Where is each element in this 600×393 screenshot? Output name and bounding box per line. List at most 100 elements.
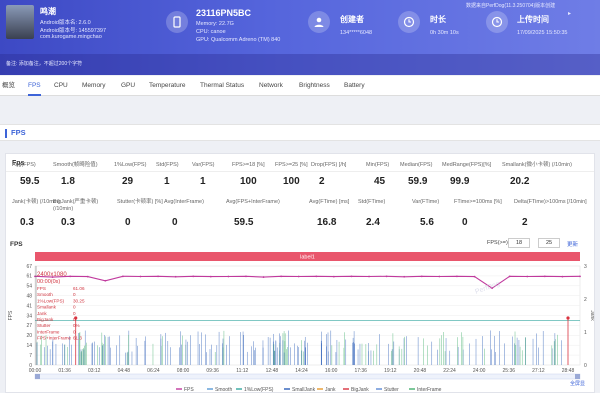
fps-point xyxy=(456,275,458,278)
legend-item-bigjank[interactable]: BigJank xyxy=(351,387,369,392)
app-code: Android版本号: 145597397 xyxy=(40,28,107,34)
tooltip-value: 30.25 xyxy=(73,298,85,303)
legend-item-1-low-fps-[interactable]: 1%Low(FPS) xyxy=(244,387,274,392)
full-screen-button[interactable]: 全屏显 xyxy=(570,380,585,387)
tooltip-value: 0% xyxy=(73,323,80,328)
time-scrollbar[interactable] xyxy=(34,373,581,380)
y-tick-label: 27 xyxy=(26,323,32,329)
range-label: FPS(>=) xyxy=(487,240,508,246)
range-max-input[interactable] xyxy=(538,238,560,248)
tooltip-value: 61.3 xyxy=(73,336,82,341)
x-tick-label: 20:48 xyxy=(414,368,427,374)
stat-value: 0.3 xyxy=(61,217,75,228)
stat-value: 20.2 xyxy=(510,176,530,187)
tab-memory[interactable]: Memory xyxy=(82,76,105,96)
tab-gpu[interactable]: GPU xyxy=(121,76,135,96)
apply-range-button[interactable]: 更新 xyxy=(567,240,578,248)
x-tick-label: 24:00 xyxy=(473,368,486,374)
x-tick-label: 12:48 xyxy=(266,368,279,374)
tooltip-value: 0 xyxy=(73,305,76,310)
legend-item-smalljank[interactable]: SmallJank xyxy=(292,387,316,392)
device-cpu: CPU: canoe xyxy=(196,29,226,35)
y-tick-label: 41 xyxy=(26,303,32,309)
fps-chart[interactable]: label1 67 61 54 48 41 34 27 20 14 7 0 3 2 1 0 FPS Jank 00:… xyxy=(6,252,594,392)
fps-point xyxy=(122,275,124,278)
bigjank-point xyxy=(566,316,570,320)
tooltip-name: Jank xyxy=(37,311,47,316)
tab-fps[interactable]: FPS xyxy=(28,76,41,96)
scrollbar-handle-right[interactable] xyxy=(575,374,580,379)
expand-icon[interactable]: ▸ xyxy=(568,10,571,17)
y-tick-label: 14 xyxy=(26,343,32,349)
fps-point xyxy=(508,275,511,278)
tooltip-value: 0 xyxy=(73,311,76,316)
metric-tabs: 概览 FPS CPU Memory GPU Temperature Thermal Stat… xyxy=(0,76,600,96)
x-tick-label: 04:48 xyxy=(118,368,131,374)
x-tick-label: 06:24 xyxy=(147,368,160,374)
fps-point xyxy=(543,275,546,278)
tab-temperature[interactable]: Temperature xyxy=(149,76,186,96)
panel-divider xyxy=(6,171,594,172)
source-note: 数据来自PerfDog(11.3.250704)版本创建 xyxy=(466,3,556,9)
tooltip-value: 0 xyxy=(73,292,76,297)
tooltip-name: Smallank xyxy=(37,305,57,310)
y2-tick-label: 2 xyxy=(584,297,587,303)
tab-brightness[interactable]: Brightness xyxy=(299,76,330,96)
stat-label: Smallank(微小卡顿) (/10min) xyxy=(502,162,572,168)
fps-panel: Fps Avg(FPS) 59.5 Smooth(帧畸险值) 1.8 1%Low(FPS… xyxy=(5,153,595,393)
fps-point xyxy=(403,275,406,278)
stat-value: 2 xyxy=(319,176,325,187)
y-tick-label: 7 xyxy=(29,353,32,359)
tab-network[interactable]: Network xyxy=(259,76,283,96)
legend-item-stutter[interactable]: Stutter xyxy=(384,387,399,392)
y-axis-label: FPS xyxy=(8,310,14,320)
scrollbar-handle-left[interactable] xyxy=(35,374,40,379)
legend-item-jank[interactable]: Jank xyxy=(325,387,336,392)
fps-point xyxy=(34,275,36,278)
stat-label: MedRange(FPS)[%] xyxy=(442,162,492,168)
legend-item-smooth[interactable]: Smooth xyxy=(215,387,232,392)
legend-item-fps[interactable]: FPS xyxy=(184,387,194,392)
duration-label: 时长 xyxy=(430,15,446,24)
tab-cpu[interactable]: CPU xyxy=(54,76,68,96)
fps-point xyxy=(157,275,159,278)
fps-point xyxy=(209,275,212,278)
y2-tick-label: 1 xyxy=(584,330,587,336)
tab-battery[interactable]: Battery xyxy=(344,76,365,96)
y-tick-label: 67 xyxy=(26,264,32,270)
stat-value: 1 xyxy=(200,176,206,187)
fps-point xyxy=(297,275,300,278)
fps-point xyxy=(192,275,195,278)
y2-tick-label: 0 xyxy=(584,363,587,369)
x-tick-label: 28:48 xyxy=(562,368,575,374)
stat-value: 100 xyxy=(283,176,300,187)
stat-label: FTime>=100ms [%] xyxy=(454,199,502,205)
upload-value: 17/09/2025 15:50:35 xyxy=(517,30,568,36)
upload-label: 上传时间 xyxy=(517,15,549,24)
note-bar[interactable]: 备注: 添加备注，不超过200个字符 xyxy=(0,54,600,75)
app-name: 鸣潮 xyxy=(40,7,56,16)
stat-value: 2.4 xyxy=(366,217,380,228)
tab-thermal-status[interactable]: Thermal Status xyxy=(200,76,244,96)
y2-tick-label: 3 xyxy=(584,264,587,270)
legend-item-interframe[interactable]: InterFrame xyxy=(417,387,442,392)
y-tick-label: 61 xyxy=(26,274,32,280)
cursor-time: 00:00(0s) xyxy=(37,279,60,285)
stat-value: 16.8 xyxy=(317,217,337,228)
resolution-label: 2400x1080 xyxy=(37,272,67,278)
fps-point xyxy=(420,275,423,278)
stat-label: Smooth(帧畸险值) xyxy=(53,162,98,168)
range-min-input[interactable] xyxy=(508,238,530,248)
report-header: 鸣潮 Android版本名: 2.6.0 Android版本号: 1455973… xyxy=(0,0,600,75)
stat-value: 1.8 xyxy=(61,176,75,187)
fps-point xyxy=(332,275,335,278)
app-avatar xyxy=(6,5,34,39)
tooltip-value: 61.06 xyxy=(73,286,85,291)
tab-overview[interactable]: 概览 xyxy=(2,76,15,96)
y-tick-label: 54 xyxy=(26,284,32,290)
section-marker xyxy=(5,129,7,138)
label-band-text: label1 xyxy=(300,255,315,261)
stat-value: 29 xyxy=(122,176,134,187)
device-model: 23116PN5BC xyxy=(196,8,252,18)
fps-point xyxy=(174,275,177,278)
